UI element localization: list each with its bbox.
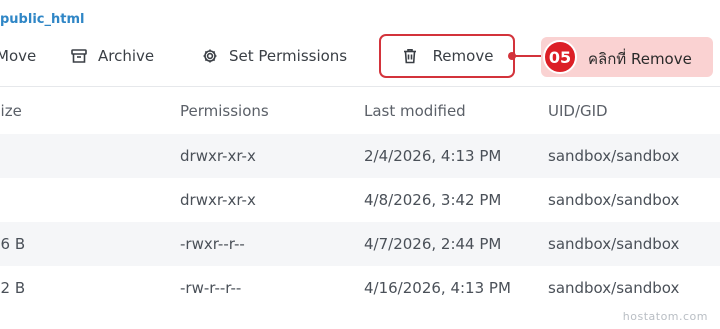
permissions-cell: -rw-r--r-- [180, 279, 242, 297]
size-cell: 22 B [0, 279, 26, 297]
uid-gid-cell: sandbox/sandbox [548, 147, 680, 165]
toolbar-divider [0, 86, 720, 87]
table-row[interactable]: drwxr-xr-x 2/4/2026, 4:13 PM sandbox/san… [0, 134, 720, 178]
set-permissions-button-label: Set Permissions [229, 47, 348, 65]
permissions-cell: drwxr-xr-x [180, 191, 256, 209]
table-row[interactable]: drwxr-xr-x 4/8/2026, 3:42 PM sandbox/san… [0, 178, 720, 222]
breadcrumb-current[interactable]: public_html [0, 12, 84, 27]
archive-button-label: Archive [98, 47, 155, 65]
column-header-last-modified[interactable]: Last modified [364, 88, 466, 134]
table-row[interactable]: 46 B -rwxr--r-- 4/7/2026, 2:44 PM sandbo… [0, 222, 720, 266]
trash-icon [401, 47, 419, 65]
gear-icon [201, 47, 219, 65]
callout-connector-line [515, 55, 543, 57]
archive-button[interactable]: Archive [70, 34, 154, 78]
table-row[interactable]: 22 B -rw-r--r-- 4/16/2026, 4:13 PM sandb… [0, 266, 720, 310]
instruction-callout-text: คลิกที่ Remove [588, 50, 692, 68]
watermark: hostatom.com [622, 310, 708, 323]
column-header-size[interactable]: Size [0, 88, 22, 134]
set-permissions-button[interactable]: Set Permissions [201, 34, 347, 78]
column-header-permissions[interactable]: Permissions [180, 88, 269, 134]
remove-button-label: Remove [432, 47, 494, 65]
permissions-cell: drwxr-xr-x [180, 147, 256, 165]
archive-box-icon [70, 47, 88, 65]
uid-gid-cell: sandbox/sandbox [548, 235, 680, 253]
last-modified-cell: 2/4/2026, 4:13 PM [364, 147, 502, 165]
move-button[interactable]: Move [0, 34, 36, 78]
last-modified-cell: 4/7/2026, 2:44 PM [364, 235, 502, 253]
size-cell: 46 B [0, 235, 26, 253]
column-header-uid-gid[interactable]: UID/GID [548, 88, 608, 134]
step-number-badge: 05 [543, 40, 577, 74]
uid-gid-cell: sandbox/sandbox [548, 279, 680, 297]
remove-button[interactable]: Remove [379, 34, 515, 78]
file-table: Size Permissions Last modified UID/GID d… [0, 88, 720, 310]
move-button-label: Move [0, 47, 37, 65]
last-modified-cell: 4/8/2026, 3:42 PM [364, 191, 502, 209]
permissions-cell: -rwxr--r-- [180, 235, 245, 253]
table-header-row: Size Permissions Last modified UID/GID [0, 88, 720, 134]
last-modified-cell: 4/16/2026, 4:13 PM [364, 279, 511, 297]
uid-gid-cell: sandbox/sandbox [548, 191, 680, 209]
